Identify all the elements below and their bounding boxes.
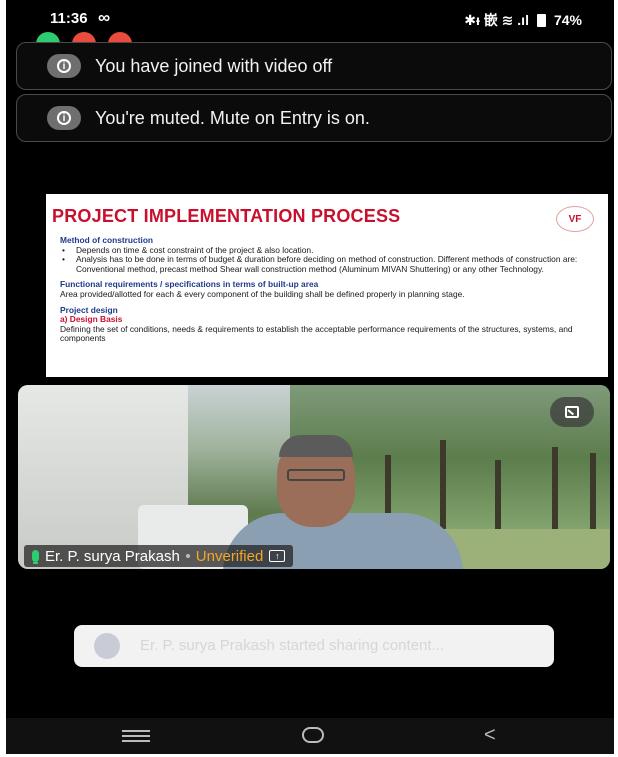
app-indicator-icon: ∞ [98,8,111,27]
section-text: Defining the set of conditions, needs & … [60,323,573,344]
notification-text: You're muted. Mute on Entry is on. [95,107,370,128]
signal-icons: ✱ᵻ 嵌 ≋ .ıl [464,12,529,28]
info-icon: i [47,54,81,78]
menu-icon[interactable] [122,730,150,742]
phone-screen: 11:36 ∞ ✱ᵻ 嵌 ≋ .ıl 74% i You have joined… [0,0,618,757]
frame-edge [0,0,6,757]
screen-share-icon: ↑ [269,550,286,562]
notification-video-off: i You have joined with video off [16,42,612,90]
shared-content-slide[interactable]: PROJECT IMPLEMENTATION PROCESS VF Method… [46,194,608,377]
sharing-started-text: Er. P. surya Prakash started sharing con… [140,637,445,654]
android-nav-bar: < [6,718,614,754]
exit-fullscreen-button[interactable] [550,397,594,427]
participant-video-tile[interactable]: Er. P. surya Prakash Unverified ↑ [18,385,610,569]
clock: 11:36 [50,10,88,27]
avatar [94,633,120,659]
home-icon[interactable] [302,727,324,743]
status-icons: ✱ᵻ 嵌 ≋ .ıl 74% [464,10,582,30]
logo-text: VF [568,213,582,225]
battery-icon [536,13,546,27]
battery-level: 74% [553,12,582,28]
participant-name: Er. P. surya Prakash [45,547,180,565]
slide-body: Method of construction Depends on time &… [60,235,600,344]
frame-edge [614,0,618,757]
sharing-started-toast: Er. P. surya Prakash started sharing con… [74,625,554,667]
microphone-icon [32,550,39,564]
company-logo-icon: VF [556,206,594,232]
verification-status[interactable]: Unverified [196,548,264,565]
separator-dot [185,554,190,558]
notification-text: You have joined with video off [95,55,333,76]
bullet-item: Analysis has to be done in terms of budg… [60,254,600,274]
exit-fullscreen-icon [565,406,579,418]
notification-muted: i You're muted. Mute on Entry is on. [16,94,612,142]
back-icon[interactable]: < [484,724,496,747]
slide-title: PROJECT IMPLEMENTATION PROCESS [52,206,401,226]
info-icon: i [47,106,81,130]
status-bar: 11:36 ∞ ✱ᵻ 嵌 ≋ .ıl 74% [6,0,614,44]
section-heading: Project design [60,304,118,315]
participant-name-bar: Er. P. surya Prakash Unverified ↑ [24,545,294,567]
section-text: Area provided/allotted for each & every … [60,288,465,299]
